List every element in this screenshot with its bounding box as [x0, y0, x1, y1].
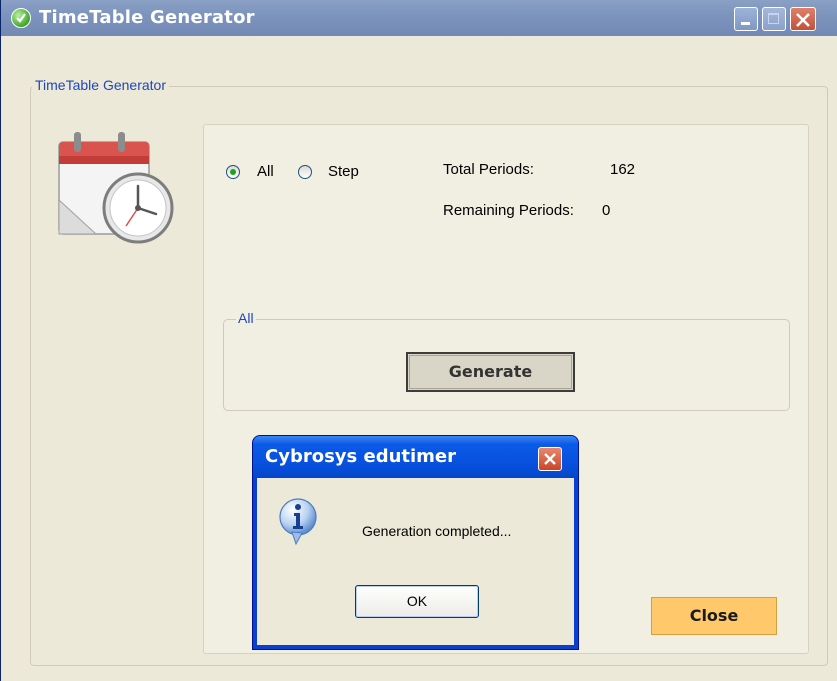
calendar-clock-icon	[58, 132, 174, 244]
window-title: TimeTable Generator	[39, 7, 255, 28]
generate-button[interactable]: Generate	[406, 352, 575, 392]
close-window-button[interactable]	[790, 7, 816, 31]
message-dialog: Cybrosys edutimer Generation completed..…	[252, 435, 579, 650]
radio-all-label[interactable]: All	[257, 163, 274, 180]
total-periods-value: 162	[610, 161, 636, 178]
remaining-periods-label: Remaining Periods:	[443, 202, 574, 219]
close-button[interactable]: Close	[651, 597, 777, 635]
remaining-periods-value: 0	[602, 202, 611, 219]
title-bar[interactable]: TimeTable Generator	[1, 0, 837, 36]
dialog-close-button[interactable]	[538, 447, 562, 471]
radio-all[interactable]	[226, 165, 240, 179]
radio-step[interactable]	[298, 165, 312, 179]
dialog-title-bar[interactable]: Cybrosys edutimer	[253, 436, 578, 478]
ok-button[interactable]: OK	[355, 585, 479, 618]
radio-step-label[interactable]: Step	[328, 163, 359, 180]
main-window: TimeTable Generator TimeTable Generator …	[0, 0, 837, 681]
generator-group-legend: TimeTable Generator	[32, 77, 169, 93]
minimize-button[interactable]	[734, 7, 758, 31]
app-check-icon	[11, 8, 31, 28]
info-icon	[279, 498, 317, 546]
dialog-message: Generation completed...	[362, 523, 512, 539]
maximize-button[interactable]	[762, 7, 786, 31]
all-group-legend: All	[236, 310, 256, 326]
dialog-title: Cybrosys edutimer	[265, 446, 457, 467]
dialog-body: Generation completed... OK	[257, 478, 574, 645]
total-periods-label: Total Periods:	[443, 161, 534, 178]
